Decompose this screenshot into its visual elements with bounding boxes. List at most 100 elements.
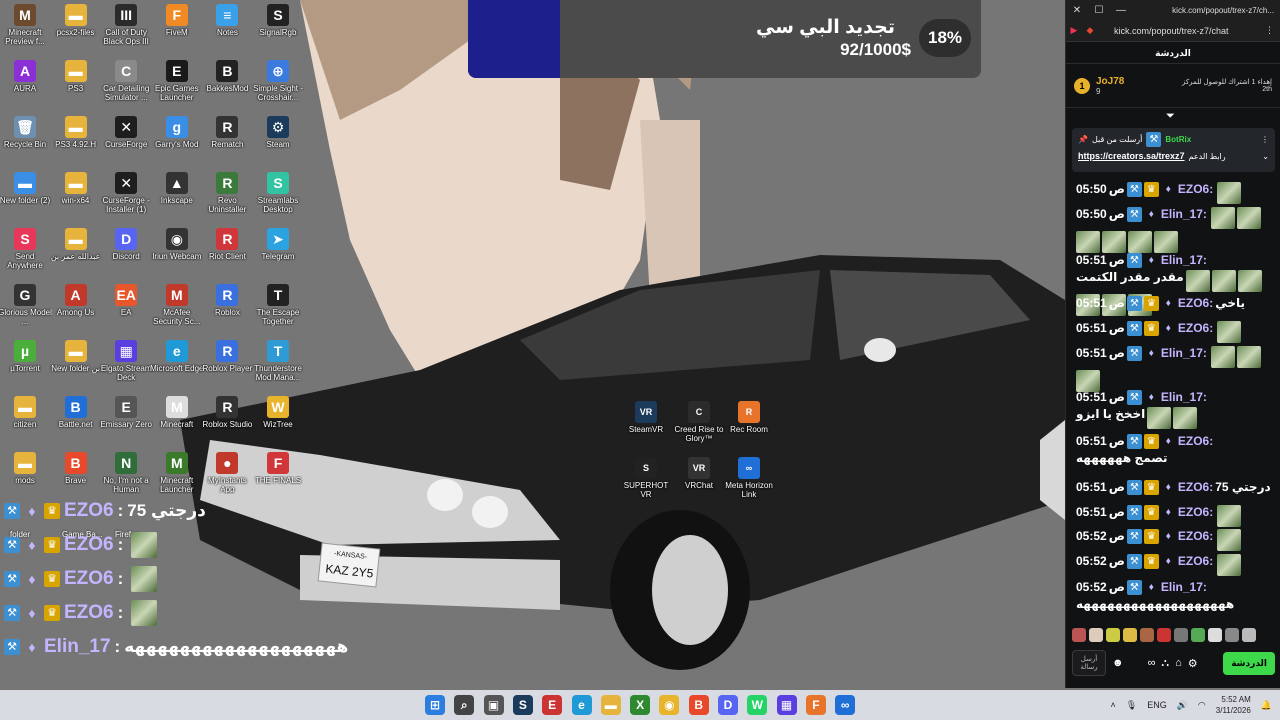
- whatsapp-icon[interactable]: W: [747, 695, 768, 715]
- desktop-icon[interactable]: C Creed Rise to Glory™: [672, 399, 726, 455]
- desktop-icon[interactable]: ▲ Inkscape: [150, 170, 204, 226]
- chevron-down-icon[interactable]: ⌄: [1262, 152, 1269, 161]
- desktop-icon[interactable]: M Minecraft Preview f...: [0, 2, 52, 58]
- address-bar[interactable]: ▶ ◆ kick.com/popout/trex-z7/chat ⋮: [1066, 20, 1280, 42]
- menu-icon[interactable]: ⋮: [1265, 25, 1280, 36]
- desktop-icon[interactable]: R Roblox Player: [200, 338, 254, 394]
- desktop-icon[interactable]: C Car Detailing Simulator ...: [99, 58, 153, 114]
- desktop-icon[interactable]: µ µTorrent: [0, 338, 52, 394]
- emote-icon[interactable]: [1242, 628, 1256, 642]
- clock[interactable]: 5:52 AM 3/11/2026: [1216, 694, 1251, 716]
- filter-icon[interactable]: ⏷: [1166, 110, 1175, 123]
- microphone-icon[interactable]: 🎙: [1126, 700, 1137, 711]
- desktop-icon[interactable]: 🗑 Recycle Bin: [0, 114, 52, 170]
- desktop-icon[interactable]: ▬ citizen: [0, 394, 52, 450]
- message-username[interactable]: Elin_17:: [1161, 207, 1207, 221]
- emoji-icon[interactable]: ☻: [1112, 657, 1124, 669]
- message-username[interactable]: Elin_17:: [1161, 580, 1207, 594]
- maximize-icon[interactable]: ☐: [1088, 5, 1110, 16]
- desktop-icon[interactable]: VR SteamVR: [619, 399, 673, 455]
- chat-message[interactable]: 05:52 ص ⚒ ♛ ♦ EZO6:: [1076, 554, 1274, 576]
- message-username[interactable]: Elin_17:: [1161, 346, 1207, 360]
- desktop-icon[interactable]: R Rematch: [200, 114, 254, 170]
- more-icon[interactable]: ⋮: [1261, 135, 1269, 144]
- chat-message-input[interactable]: أرسل رسالة: [1072, 650, 1106, 676]
- firefox-icon[interactable]: F: [805, 695, 826, 715]
- pinned-link[interactable]: https://creators.sa/trexz7: [1078, 151, 1185, 161]
- desktop-icon[interactable]: B Battle.net: [49, 394, 103, 450]
- desktop-icon[interactable]: S SignalRgb: [251, 2, 305, 58]
- brave-shield-icon[interactable]: ◆: [1082, 25, 1098, 36]
- message-username[interactable]: EZO6:: [1178, 505, 1213, 519]
- task-view-icon[interactable]: ▣: [483, 695, 504, 715]
- desktop-icon[interactable]: M McAfee Security Sc...: [150, 282, 204, 338]
- language-indicator[interactable]: ENG: [1147, 700, 1167, 710]
- edge-icon[interactable]: e: [571, 695, 592, 715]
- message-username[interactable]: EZO6:: [1178, 554, 1213, 568]
- desktop-icon[interactable]: R Roblox Studio: [200, 394, 254, 450]
- desktop-icon[interactable]: A AURA: [0, 58, 52, 114]
- chrome-icon[interactable]: ◉: [659, 695, 680, 715]
- wifi-icon[interactable]: ◠: [1198, 700, 1206, 711]
- infinity-icon[interactable]: ∞: [1148, 657, 1156, 669]
- volume-icon[interactable]: 🔊: [1177, 700, 1188, 711]
- desktop-icon[interactable]: M Minecraft: [150, 394, 204, 450]
- chat-message[interactable]: 05:51 ص ⚒ ♛ ♦ EZO6: ياخي: [1076, 296, 1274, 311]
- chat-message[interactable]: 05:51 ص ⚒ ♦ Elin_17: اخخخ يا ايزو: [1076, 390, 1274, 429]
- message-username[interactable]: Elin_17:: [1161, 390, 1207, 404]
- message-username[interactable]: EZO6:: [1178, 296, 1213, 310]
- desktop-icon[interactable]: F FiveM: [150, 2, 204, 58]
- discord-icon[interactable]: D: [718, 695, 738, 715]
- desktop-icon[interactable]: ≡ Notes: [200, 2, 254, 58]
- desktop-icon[interactable]: ▦ Elgato Stream Deck: [99, 338, 153, 394]
- emote-icon[interactable]: [1106, 628, 1120, 642]
- message-username[interactable]: EZO6:: [1178, 529, 1213, 543]
- close-icon[interactable]: ✕: [1066, 5, 1088, 16]
- chevron-up-icon[interactable]: ˄: [1110, 700, 1115, 710]
- message-username[interactable]: EZO6:: [1178, 182, 1213, 196]
- elgato-icon[interactable]: E: [542, 695, 563, 715]
- desktop-icon[interactable]: E Emissary Zero: [99, 394, 153, 450]
- desktop-icon[interactable]: ➤ Telegram: [251, 226, 305, 282]
- desktop-icon[interactable]: B BakkesMod: [200, 58, 254, 114]
- chat-message[interactable]: 05:51 ص ⚒ ♛ ♦ EZO6: تصمج ههههههه: [1076, 434, 1274, 465]
- desktop-icon[interactable]: III Call of Duty Black Ops III: [99, 2, 153, 58]
- desktop-icon[interactable]: G Glorious Model ...: [0, 282, 52, 338]
- emote-icon[interactable]: [1140, 628, 1154, 642]
- desktop-icon[interactable]: A Among Us: [49, 282, 103, 338]
- desktop-icon[interactable]: g Garry's Mod: [150, 114, 204, 170]
- search-icon[interactable]: ⌕: [454, 695, 475, 715]
- brave-icon[interactable]: B: [688, 695, 709, 715]
- users-icon[interactable]: ⛬: [1161, 657, 1169, 670]
- desktop-icon[interactable]: S Send Anywhere: [0, 226, 52, 282]
- chat-message[interactable]: 05:52 ص ⚒ ♛ ♦ EZO6:: [1076, 529, 1274, 551]
- emote-icon[interactable]: [1157, 628, 1171, 642]
- desktop-icon[interactable]: S SUPERHOT VR: [619, 455, 673, 511]
- desktop-icon[interactable]: T The Escape Together: [251, 282, 305, 338]
- desktop-icon[interactable]: R Revo Uninstaller: [200, 170, 254, 226]
- desktop-icon[interactable]: ✕ CurseForge - Installer (1): [99, 170, 153, 226]
- desktop-icon[interactable]: ▬ win-x64: [49, 170, 103, 226]
- message-username[interactable]: Elin_17:: [1161, 253, 1207, 267]
- message-username[interactable]: EZO6:: [1178, 434, 1213, 448]
- desktop-icon[interactable]: T Thunderstore Mod Mana...: [251, 338, 305, 394]
- desktop-icon[interactable]: ✕ CurseForge: [99, 114, 153, 170]
- notification-icon[interactable]: 🔔: [1261, 700, 1272, 711]
- desktop-icon[interactable]: ▬ New folder (2): [0, 170, 52, 226]
- chat-message[interactable]: 05:51 ص ⚒ ♛ ♦ EZO6:: [1076, 505, 1274, 527]
- emote-icon[interactable]: [1089, 628, 1103, 642]
- desktop-icon[interactable]: R Rec Room: [722, 399, 776, 455]
- desktop-icon[interactable]: E Epic Games Launcher: [150, 58, 204, 114]
- emote-icon[interactable]: [1123, 628, 1137, 642]
- emote-icon[interactable]: [1174, 628, 1188, 642]
- chat-send-button[interactable]: الدردشة: [1223, 651, 1275, 675]
- settings-icon[interactable]: ⚙: [1188, 657, 1198, 670]
- xbox-icon[interactable]: X: [630, 695, 651, 715]
- chat-message[interactable]: 05:52 ص ⚒ ♦ Elin_17: هههههههههههههههههههه: [1076, 580, 1274, 611]
- desktop-icon[interactable]: ▬ New folder بن: [49, 338, 103, 394]
- minimize-icon[interactable]: —: [1110, 5, 1132, 16]
- desktop-icon[interactable]: ▬ PS3: [49, 58, 103, 114]
- emote-icon[interactable]: [1208, 628, 1222, 642]
- desktop-icon[interactable]: ◉ Iriun Webcam: [150, 226, 204, 282]
- desktop-icon[interactable]: R Riot Client: [200, 226, 254, 282]
